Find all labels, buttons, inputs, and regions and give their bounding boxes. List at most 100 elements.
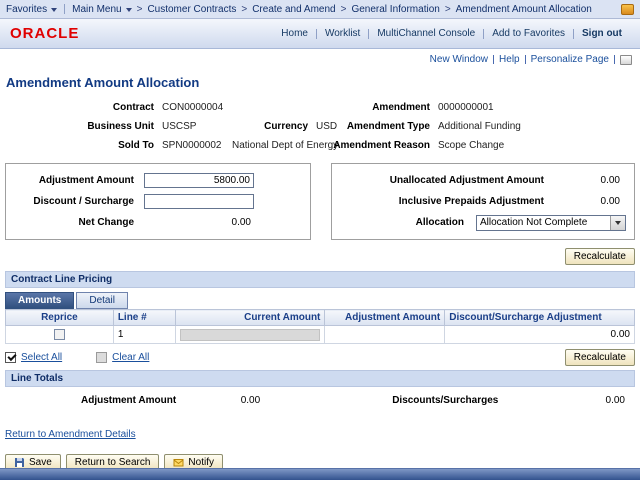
- line-number-cell: 1: [113, 326, 175, 344]
- allocation-box: Unallocated Adjustment Amount 0.00 Inclu…: [331, 163, 635, 240]
- amendment-label: Amendment: [322, 102, 430, 113]
- column-header-discount-surcharge-adjustment[interactable]: Discount/Surcharge Adjustment: [445, 310, 635, 326]
- clear-all-checkbox[interactable]: [96, 352, 107, 363]
- amendment-reason-label: Amendment Reason: [332, 140, 430, 151]
- home-link[interactable]: Home: [273, 28, 316, 39]
- amendment-type-label: Amendment Type: [346, 121, 430, 132]
- business-unit-label: Business Unit: [4, 121, 154, 132]
- grid-header-row: Reprice Line # Current Amount Adjustment…: [6, 310, 635, 326]
- grid-tabs: Amounts Detail: [5, 292, 635, 309]
- chevron-down-icon[interactable]: [610, 216, 625, 230]
- recalculate-button-top[interactable]: Recalculate: [565, 248, 635, 265]
- return-to-amendment-details-link[interactable]: Return to Amendment Details: [5, 429, 136, 440]
- reprice-cell: [6, 326, 114, 344]
- current-amount-field: [180, 329, 321, 341]
- top-links: Home Worklist MultiChannel Console Add t…: [273, 28, 630, 39]
- copy-url-icon[interactable]: [620, 55, 632, 65]
- current-amount-cell: [175, 326, 325, 344]
- breadcrumb: Favorites Main Menu > Customer Contracts…: [0, 0, 640, 19]
- unallocated-adjustment-value: 0.00: [556, 175, 626, 186]
- info-row: Business Unit USCSP Currency USD Amendme…: [4, 117, 640, 136]
- bottom-bar: [0, 468, 640, 480]
- net-change-label: Net Change: [14, 217, 144, 228]
- notify-icon: [173, 457, 184, 468]
- sold-to-value: SPN0000002: [162, 140, 224, 151]
- inclusive-prepaids-label: Inclusive Prepaids Adjustment: [340, 196, 556, 207]
- dropdown-caret-icon: [126, 8, 132, 12]
- breadcrumb-item-create-and-amend[interactable]: Create and Amend: [252, 4, 335, 15]
- adjustment-amount-label: Adjustment Amount: [14, 175, 144, 186]
- divider: [614, 55, 615, 64]
- favorites-menu-label: Favorites: [6, 4, 47, 15]
- section-contract-line-pricing: Contract Line Pricing: [5, 271, 635, 288]
- currency-label: Currency: [244, 121, 308, 132]
- adjustment-box: Adjustment Amount Discount / Surcharge N…: [5, 163, 311, 240]
- sold-to-name: National Dept of Energy: [232, 140, 332, 151]
- table-row: 1 0.00: [6, 326, 635, 344]
- grid-actions-row: Select All Clear All Recalculate: [5, 349, 635, 366]
- tab-detail[interactable]: Detail: [76, 292, 128, 309]
- reprice-checkbox[interactable]: [54, 329, 65, 340]
- discount-adjustment-cell: 0.00: [445, 326, 635, 344]
- contract-label: Contract: [4, 102, 154, 113]
- page-title: Amendment Amount Allocation: [6, 75, 638, 90]
- select-all-checkbox[interactable]: [5, 352, 16, 363]
- allocation-select-value: Allocation Not Complete: [477, 217, 610, 228]
- discount-surcharge-label: Discount / Surcharge: [14, 196, 144, 207]
- totals-adjustment-amount-value: 0.00: [176, 395, 260, 406]
- totals-discounts-label: Discounts/Surcharges: [392, 395, 498, 406]
- notify-button-label: Notify: [188, 457, 214, 468]
- column-header-reprice[interactable]: Reprice: [6, 310, 114, 326]
- recalculate-button-grid[interactable]: Recalculate: [565, 349, 635, 366]
- breadcrumb-separator: >: [137, 4, 143, 15]
- discount-surcharge-input[interactable]: [144, 194, 254, 209]
- info-row: Sold To SPN0000002 National Dept of Ener…: [4, 136, 640, 155]
- breadcrumb-item-general-information[interactable]: General Information: [351, 4, 439, 15]
- line-totals-row: Adjustment Amount 0.00 Discounts/Surchar…: [5, 387, 635, 413]
- select-all-link[interactable]: Select All: [21, 352, 62, 363]
- divider: [64, 4, 65, 14]
- add-to-favorites-link[interactable]: Add to Favorites: [484, 28, 573, 39]
- oracle-logo: ORACLE: [10, 25, 79, 42]
- amount-boxes: Adjustment Amount Discount / Surcharge N…: [5, 163, 635, 240]
- clear-all-link[interactable]: Clear All: [112, 352, 149, 363]
- save-icon: [14, 457, 25, 468]
- column-header-line-number[interactable]: Line #: [113, 310, 175, 326]
- nav-expand-icon[interactable]: [621, 4, 634, 15]
- allocation-label: Allocation: [340, 217, 476, 228]
- multichannel-console-link[interactable]: MultiChannel Console: [369, 28, 483, 39]
- inclusive-prepaids-value: 0.00: [556, 196, 626, 207]
- net-change-value: 0.00: [144, 217, 254, 228]
- adjustment-amount-input[interactable]: [144, 173, 254, 188]
- dropdown-caret-icon: [51, 8, 57, 12]
- favorites-menu[interactable]: Favorites: [6, 4, 57, 15]
- help-link[interactable]: Help: [494, 54, 525, 65]
- info-row: Contract CON0000004 Amendment 0000000001: [4, 98, 640, 117]
- sold-to-label: Sold To: [4, 140, 154, 151]
- tab-amounts[interactable]: Amounts: [5, 292, 74, 309]
- line-pricing-grid: Reprice Line # Current Amount Adjustment…: [5, 309, 635, 344]
- header-bar: ORACLE Home Worklist MultiChannel Consol…: [0, 19, 640, 49]
- new-window-link[interactable]: New Window: [425, 54, 493, 65]
- worklist-link[interactable]: Worklist: [317, 28, 368, 39]
- amendment-reason-value: Scope Change: [438, 140, 504, 151]
- breadcrumb-item-customer-contracts[interactable]: Customer Contracts: [147, 4, 236, 15]
- personalize-page-link[interactable]: Personalize Page: [526, 54, 614, 65]
- column-header-adjustment-amount[interactable]: Adjustment Amount: [325, 310, 445, 326]
- contract-value: CON0000004: [162, 102, 322, 113]
- breadcrumb-separator: >: [241, 4, 247, 15]
- allocation-select[interactable]: Allocation Not Complete: [476, 215, 626, 231]
- sign-out-link[interactable]: Sign out: [574, 28, 630, 39]
- breadcrumb-item-amendment-amount-allocation: Amendment Amount Allocation: [456, 4, 592, 15]
- currency-value: USD: [316, 121, 346, 132]
- adjustment-amount-cell: [325, 326, 445, 344]
- business-unit-value: USCSP: [162, 121, 244, 132]
- section-line-totals: Line Totals: [5, 370, 635, 387]
- column-header-current-amount[interactable]: Current Amount: [175, 310, 325, 326]
- page-links: New Window Help Personalize Page: [8, 54, 632, 65]
- amendment-type-value: Additional Funding: [438, 121, 521, 132]
- amendment-value: 0000000001: [438, 102, 494, 113]
- main-menu[interactable]: Main Menu: [72, 4, 131, 15]
- totals-discounts-value: 0.00: [606, 395, 635, 406]
- unallocated-adjustment-label: Unallocated Adjustment Amount: [340, 175, 556, 186]
